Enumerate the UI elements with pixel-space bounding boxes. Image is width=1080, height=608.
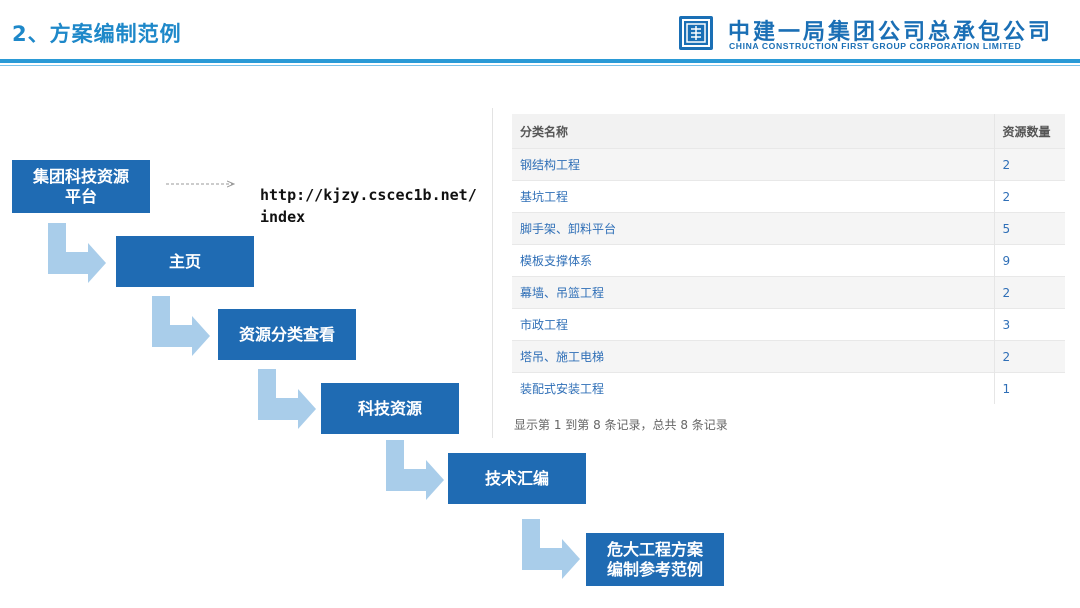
- count-value: 1: [993, 372, 1065, 404]
- step-tech-compilation[interactable]: 技术汇编: [448, 453, 586, 504]
- table-row: 装配式安装工程 1: [512, 372, 1065, 404]
- table-header-row: 分类名称 资源数量: [512, 114, 1065, 149]
- step-label: 资源分类查看: [238, 324, 335, 344]
- category-link[interactable]: 市政工程: [512, 308, 994, 341]
- step-category-view[interactable]: 资源分类查看: [218, 309, 356, 360]
- count-value: 9: [993, 244, 1065, 277]
- step-label: 主页: [168, 251, 201, 271]
- category-link[interactable]: 装配式安装工程: [512, 372, 994, 404]
- table-row: 基坑工程 2: [512, 180, 1065, 213]
- flow-arrow-3: [258, 369, 316, 429]
- panel-divider: [492, 108, 493, 438]
- step-label: 平台: [64, 186, 97, 206]
- column-header-category[interactable]: 分类名称: [512, 114, 994, 149]
- table-row: 脚手架、卸料平台 5: [512, 212, 1065, 245]
- table-row: 钢结构工程 2: [512, 148, 1065, 181]
- step-label: 编制参考范例: [606, 559, 703, 579]
- pagination-summary: 显示第 1 到第 8 条记录，总共 8 条记录: [514, 418, 728, 432]
- step-tech-resources[interactable]: 科技资源: [321, 383, 459, 434]
- step-group-platform[interactable]: 集团科技资源 平台: [12, 160, 150, 213]
- category-link[interactable]: 脚手架、卸料平台: [512, 212, 994, 245]
- step-hazardous-project-examples[interactable]: 危大工程方案 编制参考范例: [586, 533, 724, 586]
- column-header-count[interactable]: 资源数量: [993, 114, 1065, 149]
- category-link[interactable]: 幕墙、吊篮工程: [512, 276, 994, 309]
- flow-arrow-4: [386, 440, 444, 500]
- table-row: 模板支撑体系 9: [512, 244, 1065, 277]
- resource-category-panel: 分类名称 资源数量 钢结构工程 2 基坑工程 2 脚手架、卸料平台 5 模板支撑…: [512, 114, 1065, 433]
- step-label: 技术汇编: [484, 468, 549, 488]
- count-value: 5: [993, 212, 1065, 245]
- table-row: 塔吊、施工电梯 2: [512, 340, 1065, 373]
- resource-category-table: 分类名称 资源数量 钢结构工程 2 基坑工程 2 脚手架、卸料平台 5 模板支撑…: [512, 114, 1065, 404]
- count-value: 2: [993, 340, 1065, 373]
- category-link[interactable]: 塔吊、施工电梯: [512, 340, 994, 373]
- category-link[interactable]: 模板支撑体系: [512, 244, 994, 277]
- flow-arrow-2: [152, 296, 210, 356]
- step-homepage[interactable]: 主页: [116, 236, 254, 287]
- count-value: 3: [993, 308, 1065, 341]
- count-value: 2: [993, 276, 1065, 309]
- flow-arrow-5: [522, 519, 580, 579]
- step-label: 集团科技资源: [32, 166, 129, 186]
- category-link[interactable]: 钢结构工程: [512, 148, 994, 181]
- table-row: 幕墙、吊篮工程 2: [512, 276, 1065, 309]
- step-label: 危大工程方案: [606, 539, 703, 559]
- step-label: 科技资源: [357, 398, 422, 418]
- count-value: 2: [993, 180, 1065, 213]
- table-row: 市政工程 3: [512, 308, 1065, 341]
- category-link[interactable]: 基坑工程: [512, 180, 994, 213]
- platform-url-link[interactable]: http://kjzy.cscec1b.net/index: [260, 184, 482, 228]
- flow-arrow-1: [48, 223, 106, 283]
- count-value: 2: [993, 148, 1065, 181]
